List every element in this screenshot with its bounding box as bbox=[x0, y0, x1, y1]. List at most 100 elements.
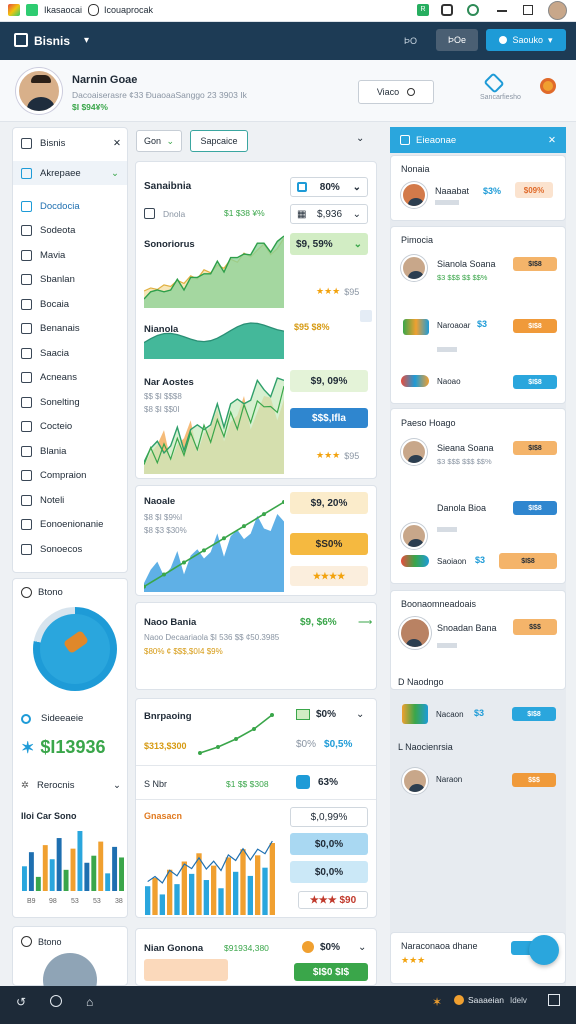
arrow-right-icon[interactable]: ⟶ bbox=[358, 617, 372, 628]
axis-tick-label: 53 bbox=[71, 898, 79, 905]
card-sub: Naoo Decaariaola $I 536 $$ ¢50.3985 bbox=[144, 633, 280, 642]
share-icon[interactable] bbox=[483, 72, 505, 94]
chevron-down-icon[interactable]: ⌄ bbox=[356, 133, 364, 144]
bar bbox=[49, 859, 55, 891]
rp-badge[interactable]: $I$8 bbox=[499, 553, 557, 569]
maximize-icon[interactable] bbox=[523, 5, 533, 15]
sidebar-item[interactable]: Sonoecos bbox=[21, 540, 127, 558]
stat-pill-value: $0,0% bbox=[314, 838, 344, 850]
stat-pill[interactable]: ★★★ $90 bbox=[298, 891, 368, 909]
rp-badge[interactable]: $I$8 bbox=[513, 257, 557, 271]
rp-badge[interactable]: $I$8 bbox=[512, 707, 556, 721]
sidebar-item[interactable]: Sbanlan bbox=[21, 271, 127, 289]
notification-badge[interactable]: R bbox=[417, 4, 429, 16]
sidebar-item[interactable]: Docdocia bbox=[21, 197, 127, 215]
sidebar-item[interactable]: Noteli bbox=[21, 491, 127, 509]
fullscreen-icon[interactable] bbox=[548, 994, 560, 1006]
sidebar-item[interactable]: Bocaia bbox=[21, 295, 127, 313]
sidebar-item[interactable]: Cocteio bbox=[21, 418, 127, 436]
widget-title: Btono bbox=[38, 587, 63, 598]
rp-badge[interactable]: $I$8 bbox=[513, 501, 557, 515]
card-subrow: Dnola bbox=[144, 208, 185, 219]
star-icon[interactable]: ✶ bbox=[432, 995, 442, 1009]
stat-pill-orange[interactable]: $S0% bbox=[290, 533, 368, 555]
sidebar-item[interactable]: Saacia bbox=[21, 344, 127, 362]
close-icon[interactable]: ✕ bbox=[548, 135, 556, 146]
stat-pill-value: $,936 bbox=[317, 208, 343, 220]
stat-pill-green[interactable]: $9, 59% ⌄ bbox=[290, 233, 368, 255]
stat-value-row: ✶ $I13936 bbox=[21, 737, 105, 758]
stat-pill-green[interactable]: $9, 09% bbox=[290, 370, 368, 392]
rp-badge[interactable]: $I$8 bbox=[513, 319, 557, 333]
search-box[interactable]: Viaco bbox=[358, 80, 434, 104]
chat-icon[interactable] bbox=[50, 995, 62, 1007]
header-link[interactable]: ÞO bbox=[404, 36, 417, 46]
area-chart bbox=[144, 235, 284, 308]
stat-value: $0,5% bbox=[324, 739, 353, 750]
header-button[interactable]: ÞOe bbox=[436, 29, 478, 51]
sidebar-item[interactable]: Blania bbox=[21, 442, 127, 460]
stat-pill[interactable]: 80% ⌄ bbox=[290, 177, 368, 197]
row-value: $1 $$ $308 bbox=[226, 779, 269, 789]
chat-icon[interactable] bbox=[441, 4, 453, 16]
app-bar: Bisnis ▾ ÞO ÞOe Saouko ▾ bbox=[0, 22, 576, 60]
menu-icon bbox=[21, 137, 32, 149]
stat-pill[interactable]: ▦ $,936 ⌄ bbox=[290, 204, 368, 224]
sidebar-item[interactable]: Eonoenionanie bbox=[21, 516, 127, 534]
chat-fab[interactable] bbox=[529, 935, 559, 965]
minimize-icon[interactable] bbox=[497, 10, 507, 12]
primary-button[interactable]: Saouko ▾ bbox=[486, 29, 566, 51]
app-icon[interactable] bbox=[8, 4, 20, 16]
user-avatar[interactable] bbox=[548, 1, 567, 20]
home-icon[interactable]: ⌂ bbox=[86, 995, 93, 1009]
stat-pill-value: $S0% bbox=[315, 538, 343, 550]
stat-pill-blue[interactable]: $0,0% bbox=[290, 833, 368, 855]
rating-stars: ★★★ bbox=[401, 955, 426, 965]
close-icon[interactable]: ✕ bbox=[113, 138, 121, 149]
rp-badge[interactable]: $I$8 bbox=[513, 375, 557, 389]
filter-tag[interactable]: Sapcaice bbox=[190, 130, 248, 152]
expand-icon[interactable] bbox=[360, 310, 372, 322]
rp-badge[interactable]: $$$ bbox=[513, 619, 557, 635]
settings-icon[interactable] bbox=[540, 78, 556, 94]
sidebar-item[interactable]: Sonelting bbox=[21, 393, 127, 411]
sidebar-item[interactable]: Mavia bbox=[21, 246, 127, 264]
sidebar-item[interactable]: Sodeota bbox=[21, 222, 127, 240]
filter-select[interactable]: Gon ⌄ bbox=[136, 130, 182, 152]
rp-badge[interactable]: $I$8 bbox=[513, 441, 557, 455]
nav-item-icon bbox=[21, 543, 32, 555]
placeholder-bar bbox=[437, 527, 457, 532]
back-icon[interactable]: ↺ bbox=[16, 995, 26, 1009]
profile-header: Narnin Goae Dacoaiserasre ¢33 ĐuaoaaSang… bbox=[0, 60, 576, 122]
chevron-down-icon: ⌄ bbox=[352, 208, 361, 220]
profile-link[interactable]: Sancarfiesho bbox=[480, 94, 521, 101]
stat-pill-amber[interactable]: $9, 20% bbox=[290, 492, 368, 514]
trend-point bbox=[270, 713, 274, 717]
sidebar-item[interactable]: Compraion bbox=[21, 467, 127, 485]
rp-subhead: D Naodngo bbox=[398, 677, 444, 687]
card-summary: Naoo Bania Naoo Decaariaola $I 536 $$ ¢5… bbox=[135, 602, 377, 690]
whatsapp-icon[interactable] bbox=[467, 4, 479, 16]
axis-tick-label: B9 bbox=[27, 898, 36, 905]
divider bbox=[136, 799, 376, 800]
stat-pill-lightblue[interactable]: $0,0% bbox=[290, 861, 368, 883]
app-label: Icouaprocak bbox=[104, 5, 154, 15]
sidebar-accordion[interactable]: Akrepaee ⌄ bbox=[13, 161, 127, 185]
chevron-down-icon: ▾ bbox=[548, 34, 553, 45]
sidebar-item[interactable]: Acneans bbox=[21, 369, 127, 387]
rp-badge[interactable]: $09% bbox=[515, 182, 553, 198]
sidebar-item[interactable]: Benanais bbox=[21, 320, 127, 338]
rp-badge[interactable]: $$$ bbox=[512, 773, 556, 787]
reports-header[interactable]: ✲ Rerocnis ⌄ bbox=[21, 780, 121, 791]
stat-pill[interactable]: $,0,99% bbox=[290, 807, 368, 827]
bar bbox=[152, 877, 158, 915]
stat-pill-blue[interactable]: $$$,Ifla bbox=[290, 408, 368, 428]
rp-section-title: Nonaia bbox=[401, 164, 430, 174]
stat-pill-light[interactable]: ★★★★ bbox=[290, 566, 368, 586]
chevron-down-icon[interactable]: ▾ bbox=[84, 35, 89, 46]
nav-item-icon bbox=[21, 470, 32, 481]
stat-pill-green[interactable]: $I$0 $I$ bbox=[294, 963, 368, 981]
sidebar-item-label: Sbanlan bbox=[40, 274, 75, 285]
app-icon[interactable] bbox=[26, 4, 38, 16]
cluster-icon bbox=[401, 375, 429, 387]
